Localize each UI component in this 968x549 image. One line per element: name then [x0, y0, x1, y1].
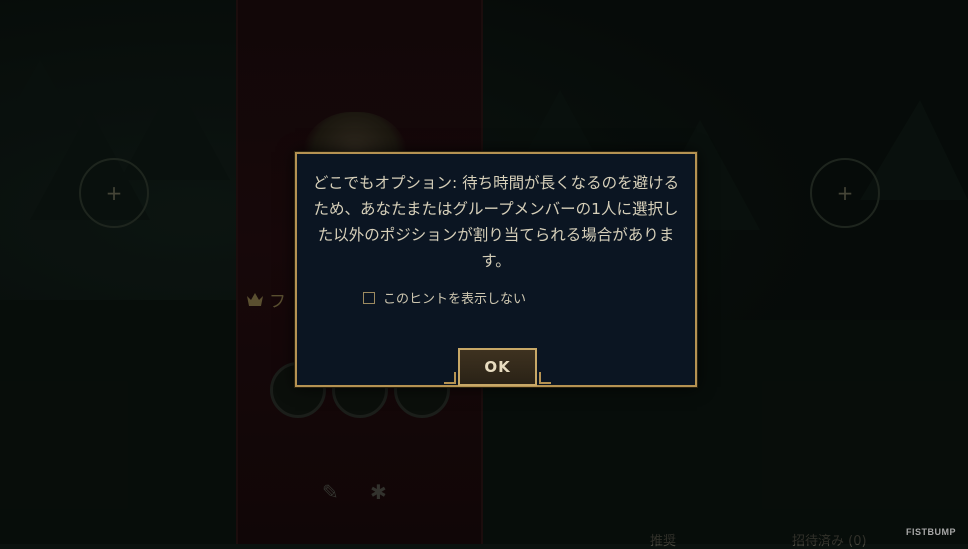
button-ornament-left: [444, 372, 456, 384]
button-ornament-right: [539, 372, 551, 384]
watermark: FISTBUMP: [906, 527, 956, 537]
ok-button[interactable]: OK: [458, 348, 537, 386]
hide-hint-checkbox[interactable]: [363, 291, 375, 304]
hide-hint-option[interactable]: このヒントを表示しない: [363, 288, 526, 307]
ok-button-frame: OK: [444, 348, 551, 386]
fill-role-warning-dialog: どこでもオプション: 待ち時間が長くなるのを避けるため、あなたまたはグループメン…: [295, 152, 697, 387]
hide-hint-label: このヒントを表示しない: [383, 292, 527, 307]
dialog-message: どこでもオプション: 待ち時間が長くなるのを避けるため、あなたまたはグループメン…: [312, 174, 680, 270]
